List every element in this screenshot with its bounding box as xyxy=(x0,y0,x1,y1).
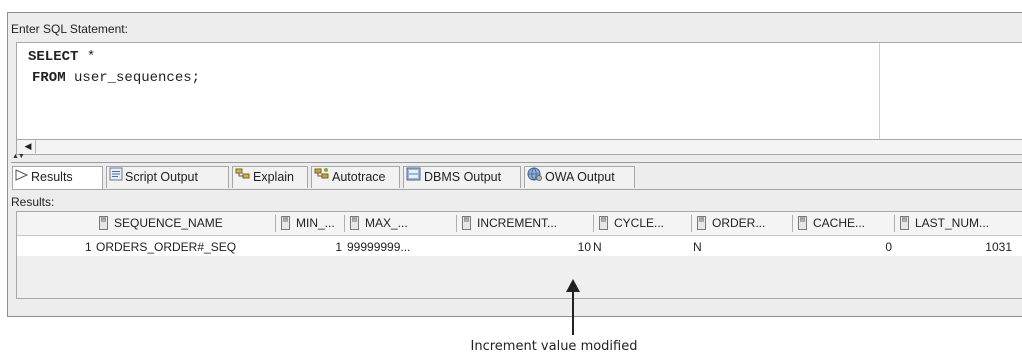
autotrace-icon xyxy=(314,167,330,188)
column-header-label: LAST_NUM... xyxy=(915,216,990,230)
annotation-caption-text: Increment value modified xyxy=(470,339,638,354)
column-key-icon: ▤ xyxy=(697,215,706,230)
tab-divider xyxy=(12,189,1022,190)
column-header-order[interactable]: ▤ ORDER... xyxy=(697,212,765,235)
pane-splitter[interactable]: ▲▼ xyxy=(11,153,1022,163)
column-key-icon: ▤ xyxy=(99,215,108,230)
empty-grid-area xyxy=(17,256,1022,298)
explain-plan-icon xyxy=(235,167,251,188)
script-icon xyxy=(109,167,123,188)
sql-text: * xyxy=(78,49,96,65)
column-key-icon: ▤ xyxy=(798,215,807,230)
column-divider[interactable] xyxy=(344,215,345,232)
column-header-max[interactable]: ▤ MAX_... xyxy=(350,212,408,235)
tab-results[interactable]: Results xyxy=(12,166,103,190)
sql-editor[interactable]: SELECT * FROM user_sequences; xyxy=(16,42,1022,140)
column-divider[interactable] xyxy=(593,215,594,232)
column-header-increment[interactable]: ▤ INCREMENT... xyxy=(462,212,557,235)
sql-statement-label: Enter SQL Statement: xyxy=(11,22,128,36)
tab-label: Explain xyxy=(253,170,294,184)
column-header-min[interactable]: ▤ MIN_... xyxy=(281,212,335,235)
column-header-label: CACHE... xyxy=(813,216,866,230)
cell-max-value[interactable]: 99999999... xyxy=(347,239,410,255)
cell-cycle-flag[interactable]: N xyxy=(593,239,602,255)
sql-line-2: FROM user_sequences; xyxy=(32,70,200,86)
column-key-icon: ▤ xyxy=(900,215,909,230)
tab-script-output[interactable]: Script Output xyxy=(106,166,229,188)
column-header-cache[interactable]: ▤ CACHE... xyxy=(798,212,865,235)
column-header-label: CYCLE... xyxy=(614,216,665,230)
cell-sequence-name[interactable]: ORDERS_ORDER#_SEQ xyxy=(96,239,236,255)
annotation-arrow-line xyxy=(572,289,574,335)
column-key-icon: ▤ xyxy=(462,215,471,230)
grid-header: ▤ SEQUENCE_NAME ▤ MIN_... ▤ MAX_... ▤ INCREM… xyxy=(17,212,1022,236)
results-label: Results: xyxy=(11,195,55,209)
sql-worksheet: Enter SQL Statement: SELECT * FROM user_… xyxy=(7,12,1022,317)
column-header-label: MAX_... xyxy=(365,216,408,230)
annotation-caption: Increment value modified xyxy=(0,339,1022,354)
tab-label: OWA Output xyxy=(545,170,615,184)
sql-text: user_sequences; xyxy=(65,70,201,86)
row-number: 1 xyxy=(85,240,92,254)
column-header-label: ORDER... xyxy=(712,216,766,230)
sql-line-1: SELECT * xyxy=(28,49,95,65)
tab-label: DBMS Output xyxy=(424,170,502,184)
tab-autotrace[interactable]: Autotrace xyxy=(311,166,400,188)
tab-label: Autotrace xyxy=(332,170,386,184)
cell-min-value[interactable]: 1 xyxy=(275,239,342,255)
splitter-arrows-icon[interactable]: ▲▼ xyxy=(12,153,25,160)
column-key-icon: ▤ xyxy=(281,215,290,230)
sql-keyword-from: FROM xyxy=(32,70,66,86)
sql-keyword-select: SELECT xyxy=(28,49,79,65)
column-divider[interactable] xyxy=(894,215,895,232)
column-key-icon: ▤ xyxy=(350,215,359,230)
tab-explain[interactable]: Explain xyxy=(232,166,308,188)
cell-last-number[interactable]: 1031 xyxy=(894,239,1012,255)
editor-horizontal-scrollbar[interactable]: ◀ xyxy=(16,140,1022,155)
results-grid[interactable]: ▤ SEQUENCE_NAME ▤ MIN_... ▤ MAX_... ▤ INCREM… xyxy=(16,211,1022,299)
column-header-last-number[interactable]: ▤ LAST_NUM... xyxy=(900,212,989,235)
column-divider[interactable] xyxy=(275,215,276,232)
splitter-bar[interactable] xyxy=(11,162,1022,163)
tab-dbms-output[interactable]: DBMS Output xyxy=(403,166,521,188)
tab-label: Script Output xyxy=(125,170,198,184)
dbms-output-icon xyxy=(406,167,422,188)
column-header-cycle[interactable]: ▤ CYCLE... xyxy=(599,212,664,235)
column-header-sequence-name[interactable]: ▤ SEQUENCE_NAME xyxy=(99,212,223,235)
owa-output-icon xyxy=(527,167,543,188)
column-header-label: MIN_... xyxy=(296,216,335,230)
cell-increment-by[interactable]: 10 xyxy=(456,239,591,255)
column-key-icon: ▤ xyxy=(599,215,608,230)
tab-owa-output[interactable]: OWA Output xyxy=(524,166,635,188)
cell-order-flag[interactable]: N xyxy=(693,239,702,255)
column-divider[interactable] xyxy=(456,215,457,232)
column-header-label: SEQUENCE_NAME xyxy=(114,216,223,230)
scroll-left-icon[interactable]: ◀ xyxy=(21,140,36,153)
column-divider[interactable] xyxy=(691,215,692,232)
cell-cache-size[interactable]: 0 xyxy=(792,239,892,255)
column-header-label: INCREMENT... xyxy=(477,216,558,230)
play-triangle-icon xyxy=(15,167,29,188)
right-margin-guide xyxy=(879,43,880,139)
column-divider[interactable] xyxy=(792,215,793,232)
tab-label: Results xyxy=(31,170,73,184)
